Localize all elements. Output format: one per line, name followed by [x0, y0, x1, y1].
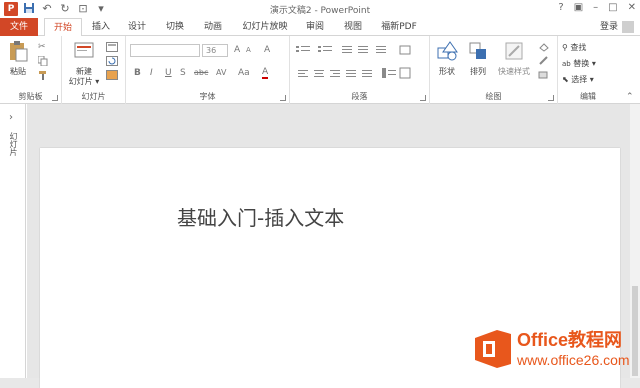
minimize-button[interactable]: –	[593, 2, 598, 13]
cut-icon[interactable]: ✂	[38, 42, 48, 52]
ribbon-tabs: 文件 开始 插入 设计 切换 动画 幻灯片放映 审阅 视图 福新PDF 登录	[0, 18, 640, 37]
quick-styles-icon	[505, 42, 523, 60]
shape-fill-icon[interactable]	[538, 42, 549, 52]
underline-button[interactable]: U	[165, 68, 172, 78]
tab-slideshow[interactable]: 幻灯片放映	[238, 18, 292, 36]
font-size-combo[interactable]: 36	[202, 44, 228, 57]
ribbon-display-options-icon[interactable]: ▣	[574, 2, 583, 13]
tab-pdf[interactable]: 福新PDF	[376, 18, 422, 36]
paragraph-group: 段落	[290, 36, 430, 104]
clipboard-launcher[interactable]	[52, 95, 58, 101]
office26-watermark: Office教程网 www.office26.com	[471, 326, 639, 376]
window-controls: ? ▣ – □ ✕	[558, 2, 636, 13]
reset-icon[interactable]	[106, 56, 118, 66]
editing-group: ⚲ 查找 ab 替换 ▾ ⬉ 选择 ▾ 编辑	[562, 42, 596, 101]
tab-transitions[interactable]: 切换	[160, 18, 190, 36]
tab-file[interactable]: 文件	[0, 18, 38, 36]
window-title: 演示文稿2 - PowerPoint	[269, 6, 371, 16]
help-button[interactable]: ?	[558, 2, 563, 13]
change-case-button[interactable]: Aa	[238, 68, 250, 78]
clear-formatting-icon[interactable]: A	[264, 45, 270, 55]
select-cursor-icon: ⬉	[562, 75, 569, 84]
font-color-button[interactable]: A	[262, 68, 269, 79]
quick-styles-button[interactable]: 快速样式	[494, 40, 534, 77]
shape-effects-icon[interactable]	[538, 70, 548, 80]
collapse-ribbon-icon[interactable]: ⌃	[626, 92, 636, 102]
replace-button[interactable]: ab 替换 ▾	[562, 58, 596, 69]
tab-design[interactable]: 设计	[122, 18, 152, 36]
copy-icon[interactable]	[37, 55, 48, 67]
new-slide-icon	[74, 42, 94, 58]
tab-insert[interactable]: 插入	[86, 18, 116, 36]
bold-button[interactable]: B	[134, 68, 141, 78]
layout-icon[interactable]	[106, 42, 118, 52]
replace-icon: ab	[562, 60, 571, 68]
login-link[interactable]: 登录	[600, 18, 618, 36]
paragraph-launcher[interactable]	[420, 95, 426, 101]
chevron-down-icon: ▾	[589, 75, 594, 84]
shadow-button[interactable]: S	[180, 68, 186, 78]
char-spacing-button[interactable]: AV	[216, 68, 226, 77]
tab-view[interactable]: 视图	[338, 18, 368, 36]
shape-outline-icon[interactable]	[538, 56, 548, 66]
tab-home[interactable]: 开始	[44, 18, 82, 37]
drawing-group: 形状 排列 快速样式 绘图	[430, 36, 558, 104]
new-slide-button[interactable]: 新建 幻灯片 ▾	[66, 40, 102, 87]
italic-button[interactable]: I	[150, 68, 153, 78]
tab-animations[interactable]: 动画	[198, 18, 228, 36]
close-button[interactable]: ✕	[628, 2, 636, 13]
paste-icon	[10, 41, 28, 62]
increase-font-icon[interactable]: A	[234, 45, 240, 55]
strikethrough-button[interactable]: abc	[194, 68, 208, 77]
drawing-launcher[interactable]	[548, 95, 554, 101]
user-avatar[interactable]	[622, 21, 634, 33]
title-bar: P ↶ ↻ ⊡ ▾ 演示文稿2 - PowerPoint ? ▣ – □ ✕	[0, 0, 640, 18]
slides-group: 新建 幻灯片 ▾ 幻灯片	[62, 36, 126, 104]
font-launcher[interactable]	[280, 95, 286, 101]
decrease-font-icon[interactable]: A	[246, 46, 251, 54]
font-name-combo[interactable]	[130, 44, 200, 57]
expand-pane-icon[interactable]: ›	[9, 112, 13, 123]
find-icon: ⚲	[562, 43, 568, 52]
tab-review[interactable]: 审阅	[300, 18, 330, 36]
font-group: 36 A A A B I U S abc AV Aa A 字体	[126, 36, 290, 104]
restore-button[interactable]: □	[608, 2, 617, 13]
select-button[interactable]: ⬉ 选择 ▾	[562, 74, 594, 85]
ribbon: 粘贴 ✂ 剪贴板 新建 幻灯片 ▾ 幻灯片 36 A A A B I U S a…	[0, 36, 640, 104]
shapes-button[interactable]: 形状	[432, 40, 462, 77]
find-button[interactable]: ⚲ 查找	[562, 42, 586, 53]
arrange-button[interactable]: 排列	[464, 40, 492, 77]
paste-button[interactable]: 粘贴	[4, 40, 32, 77]
arrange-icon	[469, 42, 486, 59]
office-logo-icon	[475, 330, 511, 368]
section-icon[interactable]	[106, 70, 118, 80]
thumbnail-pane-collapsed[interactable]: › 幻灯片	[0, 104, 26, 378]
paragraph-controls-icon[interactable]	[296, 44, 424, 88]
format-painter-icon[interactable]	[38, 70, 48, 80]
thumbnail-pane-label: 幻灯片	[9, 132, 18, 156]
chevron-down-icon: ▾	[591, 59, 596, 68]
clipboard-group: 粘贴 ✂ 剪贴板	[0, 36, 62, 104]
powerpoint-window: P ↶ ↻ ⊡ ▾ 演示文稿2 - PowerPoint ? ▣ – □ ✕ 文…	[0, 0, 640, 388]
shapes-icon	[437, 41, 458, 61]
slide-title-text[interactable]: 基础入门-插入文本	[177, 202, 344, 231]
